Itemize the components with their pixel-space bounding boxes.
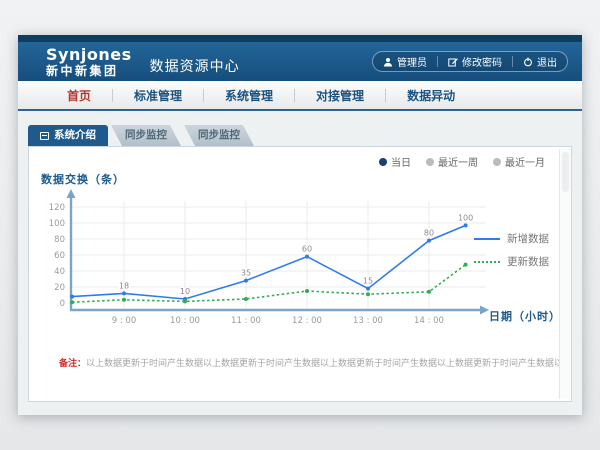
power-icon xyxy=(523,57,533,67)
panel-scrollbar[interactable] xyxy=(559,149,571,399)
scrollbar-thumb[interactable] xyxy=(562,152,569,192)
content-panel: 当日 最近一周 最近一月 数据交换（条） 0 20 40 60 80 100 120 9 : … xyxy=(28,146,572,402)
y-tick-label: 0 xyxy=(60,299,65,309)
nav-item-standard-mgmt[interactable]: 标准管理 xyxy=(113,87,203,104)
window-top-strip xyxy=(18,35,582,42)
data-point-label: 100 xyxy=(458,213,473,222)
y-axis-title: 数据交换（条） xyxy=(41,171,125,187)
y-tick-label: 120 xyxy=(49,203,65,213)
brand-logo: Synjones 新中新集团 xyxy=(32,47,132,77)
footnote-text: 以上数据更新于时间产生数据以上数据更新于时间产生数据以上数据更新于时间产生数据以… xyxy=(86,359,559,369)
x-tick-label: 9 : 00 xyxy=(112,316,137,326)
data-point xyxy=(427,290,431,294)
x-tick-label: 14 : 00 xyxy=(414,316,444,326)
x-tick-label: 11 : 00 xyxy=(231,316,261,326)
data-point xyxy=(305,289,309,293)
radio-label: 最近一月 xyxy=(505,154,545,169)
data-point xyxy=(122,298,126,302)
data-point-label: 18 xyxy=(119,281,129,290)
data-point xyxy=(244,279,248,283)
data-point-label: 10 xyxy=(180,287,190,296)
data-point-label: 60 xyxy=(302,245,312,254)
x-axis-arrow-icon xyxy=(480,306,489,315)
user-menu-label: 管理员 xyxy=(397,54,427,69)
nav-item-system-mgmt[interactable]: 系统管理 xyxy=(204,87,294,104)
data-point xyxy=(427,239,431,243)
tab-label: 系统介绍 xyxy=(54,125,96,146)
y-axis-arrow-icon xyxy=(67,189,76,198)
page-title: 数据资源中心 xyxy=(150,48,240,76)
user-icon xyxy=(383,57,393,67)
data-point xyxy=(366,287,370,291)
tab-bar: 系统介绍 同步监控 同步监控 xyxy=(28,125,254,146)
radio-dot-icon xyxy=(493,158,501,166)
x-tick-label: 13 : 00 xyxy=(353,316,383,326)
change-password-label: 修改密码 xyxy=(462,54,502,69)
data-point xyxy=(244,297,248,301)
change-password-button[interactable]: 修改密码 xyxy=(438,52,512,71)
radio-dot-icon xyxy=(379,158,387,166)
user-menu-admin[interactable]: 管理员 xyxy=(373,52,437,71)
brand-name: Synjones xyxy=(46,47,132,63)
tab-sync-monitor-2[interactable]: 同步监控 xyxy=(184,125,254,146)
legend-label: 新增数据 xyxy=(507,231,549,246)
nav-item-data-change[interactable]: 数据异动 xyxy=(386,87,476,104)
user-menu: 管理员 修改密码 退出 xyxy=(372,51,568,72)
y-tick-label: 100 xyxy=(49,219,65,229)
radio-label: 最近一周 xyxy=(438,154,478,169)
app-window: Synjones 新中新集团 数据资源中心 管理员 修改密码 xyxy=(18,35,582,415)
chart-legend: 新增数据 更新数据 xyxy=(474,231,549,269)
dotted-line-swatch-icon xyxy=(474,261,500,263)
data-point xyxy=(122,291,126,295)
data-point xyxy=(183,299,187,303)
footnote-prefix: 备注： xyxy=(59,359,86,369)
y-tick-label: 60 xyxy=(54,251,65,261)
radio-dot-icon xyxy=(426,158,434,166)
tab-system-intro[interactable]: 系统介绍 xyxy=(28,125,108,146)
y-tick-label: 80 xyxy=(54,235,65,245)
nav-item-home[interactable]: 首页 xyxy=(46,87,112,104)
radio-today[interactable]: 当日 xyxy=(379,154,411,169)
radio-last-week[interactable]: 最近一周 xyxy=(426,154,478,169)
data-point-label: 80 xyxy=(424,229,434,238)
tab-sync-monitor-1[interactable]: 同步监控 xyxy=(111,125,181,146)
edit-icon xyxy=(448,57,458,67)
data-point xyxy=(366,292,370,296)
data-point xyxy=(464,263,468,267)
x-tick-label: 10 : 00 xyxy=(170,316,200,326)
series-line xyxy=(72,265,465,303)
radio-label: 当日 xyxy=(391,154,411,169)
legend-item-update-data: 更新数据 xyxy=(474,254,549,269)
radio-last-month[interactable]: 最近一月 xyxy=(493,154,545,169)
app-header: Synjones 新中新集团 数据资源中心 管理员 修改密码 xyxy=(18,42,582,81)
logout-label: 退出 xyxy=(537,54,557,69)
range-filter-group: 当日 最近一周 最近一月 xyxy=(379,154,545,169)
data-point xyxy=(70,295,74,299)
solid-line-swatch-icon xyxy=(474,238,500,240)
data-point xyxy=(464,223,468,227)
nav-item-interface-mgmt[interactable]: 对接管理 xyxy=(295,87,385,104)
data-point-label: 35 xyxy=(241,269,251,278)
brand-company: 新中新集团 xyxy=(46,65,132,77)
data-point xyxy=(70,300,74,304)
legend-item-new-data: 新增数据 xyxy=(474,231,549,246)
data-point xyxy=(305,255,309,259)
logout-button[interactable]: 退出 xyxy=(513,52,567,71)
main-nav: 首页 标准管理 系统管理 对接管理 数据异动 xyxy=(18,81,582,111)
legend-label: 更新数据 xyxy=(507,254,549,269)
y-tick-label: 20 xyxy=(54,283,65,293)
series-line xyxy=(72,225,465,299)
x-axis-title: 日期（小时） xyxy=(489,308,561,324)
data-point-label: 15 xyxy=(363,277,373,286)
x-tick-label: 12 : 00 xyxy=(292,316,322,326)
footnote: 备注：以上数据更新于时间产生数据以上数据更新于时间产生数据以上数据更新于时间产生… xyxy=(59,356,559,369)
y-tick-label: 40 xyxy=(54,267,65,277)
document-icon xyxy=(40,132,49,140)
